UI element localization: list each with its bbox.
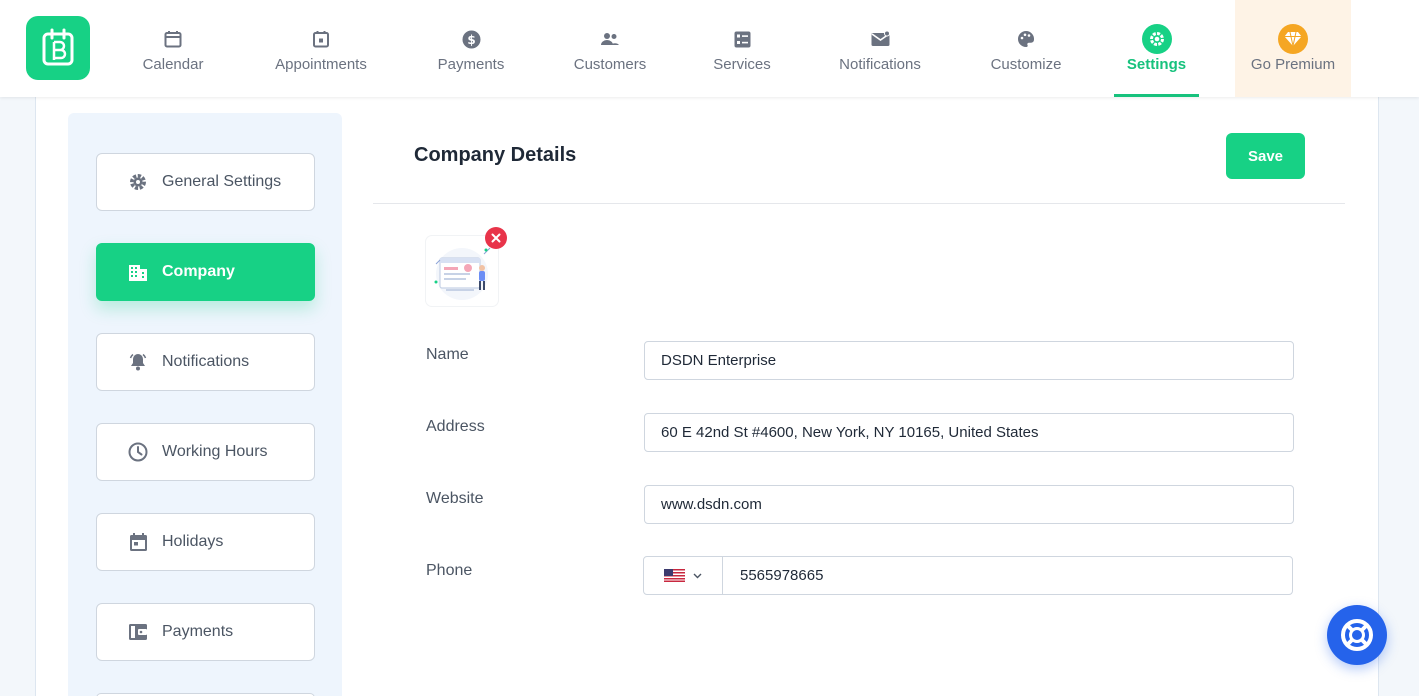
company-name-input[interactable] bbox=[644, 341, 1294, 380]
wallet-icon bbox=[127, 621, 149, 643]
appointments-icon bbox=[310, 28, 332, 50]
sidebar-item-label: Company bbox=[162, 263, 235, 280]
close-icon bbox=[491, 233, 501, 243]
palette-icon bbox=[1015, 28, 1037, 50]
sidebar-item-label: Notifications bbox=[162, 353, 250, 370]
nav-label: Calendar bbox=[142, 56, 204, 73]
save-button[interactable]: Save bbox=[1226, 133, 1305, 179]
sidebar-item-holidays[interactable]: Holidays bbox=[96, 513, 315, 571]
calendar-icon bbox=[127, 531, 149, 553]
sidebar-item-working-hours[interactable]: Working Hours bbox=[96, 423, 315, 481]
dollar-icon: $ bbox=[460, 28, 482, 50]
sidebar-item-label: General Settings bbox=[162, 173, 282, 190]
app-logo[interactable] bbox=[26, 16, 90, 80]
nav-label: Go Premium bbox=[1250, 56, 1336, 73]
company-address-input[interactable] bbox=[644, 413, 1294, 452]
calendar-icon bbox=[162, 28, 184, 50]
building-icon bbox=[127, 261, 149, 283]
remove-logo-button[interactable] bbox=[485, 227, 507, 249]
sidebar-item-company[interactable]: Company bbox=[96, 243, 315, 301]
nav-label: Payments bbox=[437, 56, 505, 73]
diamond-icon bbox=[1278, 24, 1308, 54]
gear-icon bbox=[1141, 24, 1172, 54]
phone-field bbox=[643, 556, 1293, 595]
lifebuoy-icon bbox=[1341, 619, 1373, 651]
company-website-input[interactable] bbox=[644, 485, 1294, 524]
top-navigation-bar: Calendar Appointments $ Payments Custome… bbox=[0, 0, 1419, 97]
nav-label: Settings bbox=[1126, 56, 1187, 73]
nav-services[interactable]: Services bbox=[707, 0, 777, 97]
nav-payments[interactable]: $ Payments bbox=[430, 0, 512, 97]
nav-customize[interactable]: Customize bbox=[982, 0, 1070, 97]
nav-calendar[interactable]: Calendar bbox=[133, 0, 213, 97]
services-icon bbox=[731, 28, 753, 50]
logo-icon bbox=[42, 28, 74, 66]
svg-text:$: $ bbox=[467, 33, 475, 47]
nav-label: Customize bbox=[990, 56, 1062, 73]
nav-go-premium[interactable]: Go Premium bbox=[1235, 0, 1351, 97]
address-label: Address bbox=[426, 418, 485, 435]
chevron-down-icon bbox=[693, 573, 702, 578]
help-button[interactable] bbox=[1327, 605, 1387, 665]
users-icon bbox=[599, 28, 621, 50]
page-title: Company Details bbox=[414, 144, 577, 166]
sidebar-item-label: Working Hours bbox=[162, 443, 268, 460]
company-logo-image[interactable] bbox=[426, 236, 498, 306]
nav-label: Appointments bbox=[275, 56, 367, 73]
name-label: Name bbox=[426, 346, 469, 363]
sidebar-item-general-settings[interactable]: General Settings bbox=[96, 153, 315, 211]
nav-notifications[interactable]: Notifications bbox=[830, 0, 930, 97]
phone-label: Phone bbox=[426, 562, 473, 579]
country-code-select[interactable] bbox=[644, 557, 723, 594]
website-label: Website bbox=[426, 490, 484, 507]
header-divider bbox=[373, 203, 1345, 204]
nav-appointments[interactable]: Appointments bbox=[265, 0, 377, 97]
us-flag-icon bbox=[664, 569, 685, 582]
bell-icon bbox=[127, 351, 149, 373]
nav-label: Services bbox=[713, 56, 771, 73]
mail-icon bbox=[869, 28, 891, 50]
nav-label: Customers bbox=[573, 56, 647, 73]
sidebar-item-label: Payments bbox=[162, 623, 234, 640]
sidebar-item-label: Holidays bbox=[162, 533, 224, 550]
nav-label: Notifications bbox=[839, 56, 921, 73]
company-logo-illustration bbox=[434, 247, 491, 300]
gear-icon bbox=[127, 171, 149, 193]
sidebar-item-payments[interactable]: Payments bbox=[96, 603, 315, 661]
sidebar-item-notifications[interactable]: Notifications bbox=[96, 333, 315, 391]
clock-icon bbox=[127, 441, 149, 463]
nav-customers[interactable]: Customers bbox=[565, 0, 655, 97]
nav-settings[interactable]: Settings bbox=[1114, 0, 1199, 97]
phone-number-input[interactable] bbox=[723, 557, 1292, 594]
